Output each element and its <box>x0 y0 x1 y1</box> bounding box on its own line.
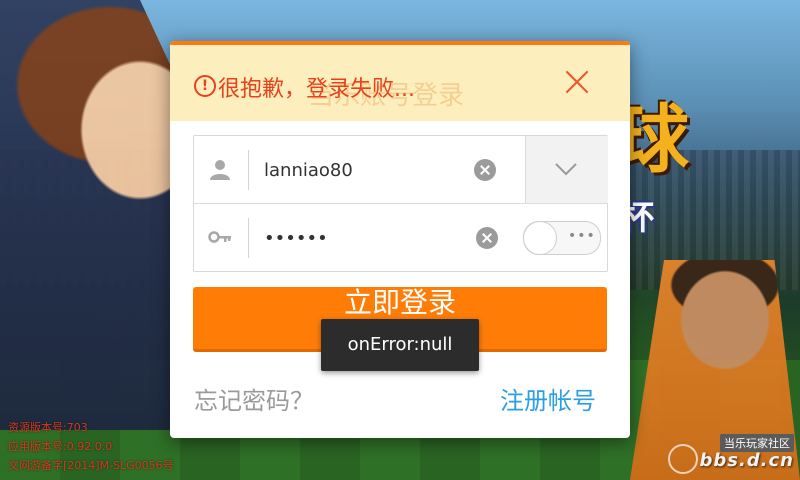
register-account-link[interactable]: 注册帐号 <box>500 381 596 416</box>
field-divider <box>248 150 249 190</box>
resource-version: 资源版本号:703 <box>8 421 88 434</box>
error-toast: onError:null <box>321 319 479 371</box>
password-input[interactable] <box>262 218 466 258</box>
toggle-dots: ••• <box>568 228 596 244</box>
show-password-toggle[interactable]: ••• <box>523 221 601 255</box>
game-logo: 球 杯 <box>615 80 755 238</box>
forgot-password-link[interactable]: 忘记密码？ <box>194 381 314 416</box>
error-icon: ! <box>194 75 216 97</box>
clear-username-button[interactable] <box>474 159 496 181</box>
password-row: ••• <box>194 204 607 271</box>
username-row <box>194 136 608 204</box>
login-button-label: 立即登录 <box>343 287 456 319</box>
watermark-logo-icon <box>668 444 698 474</box>
account-dropdown-button[interactable] <box>525 136 608 203</box>
toggle-knob <box>523 221 557 255</box>
login-dialog: 当乐账号登录 ! 很抱歉，登录失败... lanniao80 •••••• ••… <box>170 41 630 438</box>
login-form: ••• <box>193 135 608 272</box>
app-version: 应用版本号:0.92.0.0 <box>8 440 113 453</box>
error-banner: 当乐账号登录 ! 很抱歉，登录失败... <box>170 45 630 121</box>
watermark-url: bbs.d.cn <box>699 450 794 471</box>
error-message: 很抱歉，登录失败... <box>218 77 415 102</box>
version-info: 资源版本号:703 应用版本号:0.92.0.0 文网游备字[2014]M-SL… <box>8 418 174 475</box>
field-divider <box>248 218 249 258</box>
license-number: 文网游备字[2014]M-SLG0056号 <box>8 459 174 472</box>
key-icon <box>208 231 231 243</box>
close-button[interactable] <box>562 67 592 97</box>
chevron-down-icon <box>555 163 577 176</box>
user-icon <box>210 160 230 180</box>
clear-password-button[interactable] <box>476 227 498 249</box>
watermark: 当乐玩家社区 bbs.d.cn <box>668 434 794 474</box>
username-input[interactable] <box>262 150 466 190</box>
